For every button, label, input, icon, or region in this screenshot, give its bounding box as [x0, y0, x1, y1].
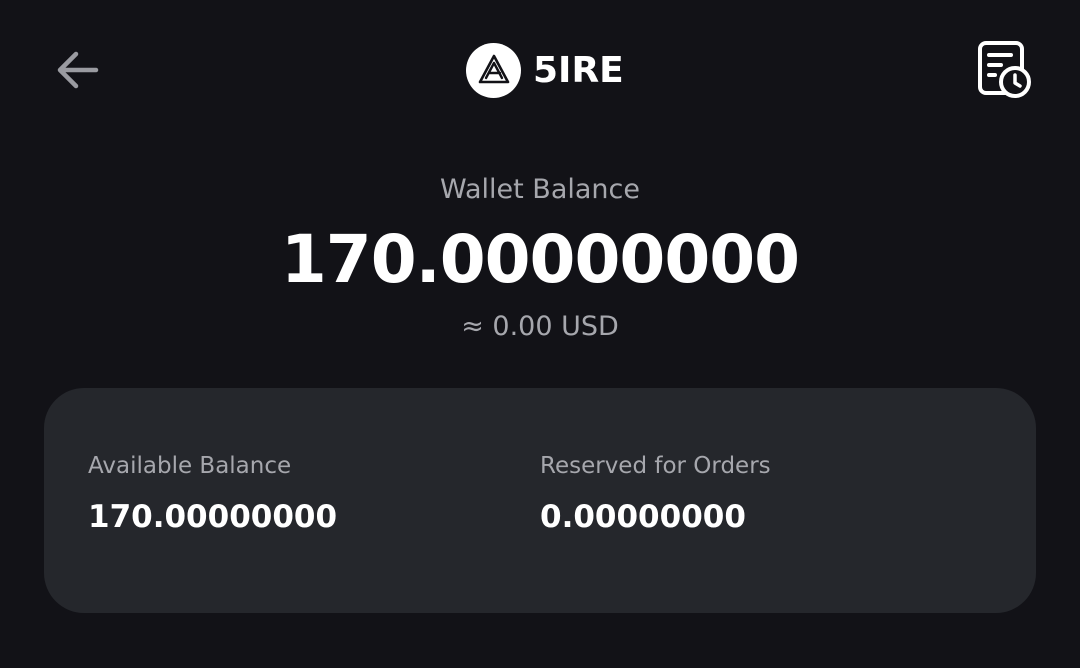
history-button[interactable]	[974, 40, 1034, 100]
header: 5IRE	[0, 0, 1080, 140]
document-clock-icon	[978, 41, 1031, 98]
5ire-logo-icon	[466, 42, 521, 98]
balance-details-card: Available Balance 170.00000000 Reserved …	[44, 388, 1036, 613]
arrow-left-icon	[57, 51, 99, 89]
wallet-balance-label: Wallet Balance	[440, 174, 640, 205]
back-button[interactable]	[50, 42, 104, 96]
brand: 5IRE	[466, 42, 624, 98]
wallet-balance-fiat: ≈ 0.00 USD	[461, 311, 619, 342]
available-balance: Available Balance 170.00000000	[88, 450, 337, 536]
wallet-balance-amount: 170.00000000	[280, 221, 800, 298]
wallet-balance-section: Wallet Balance 170.00000000 ≈ 0.00 USD	[0, 165, 1080, 349]
reserved-for-orders-label: Reserved for Orders	[540, 453, 771, 479]
available-balance-label: Available Balance	[88, 453, 292, 479]
reserved-for-orders-value: 0.00000000	[540, 499, 746, 535]
reserved-for-orders: Reserved for Orders 0.00000000	[540, 450, 771, 536]
wallet-balance-screen: 5IRE Wallet Balance 170.00000000 ≈ 0.00 …	[0, 0, 1080, 668]
brand-name: 5IRE	[533, 49, 624, 91]
available-balance-value: 170.00000000	[88, 499, 338, 535]
